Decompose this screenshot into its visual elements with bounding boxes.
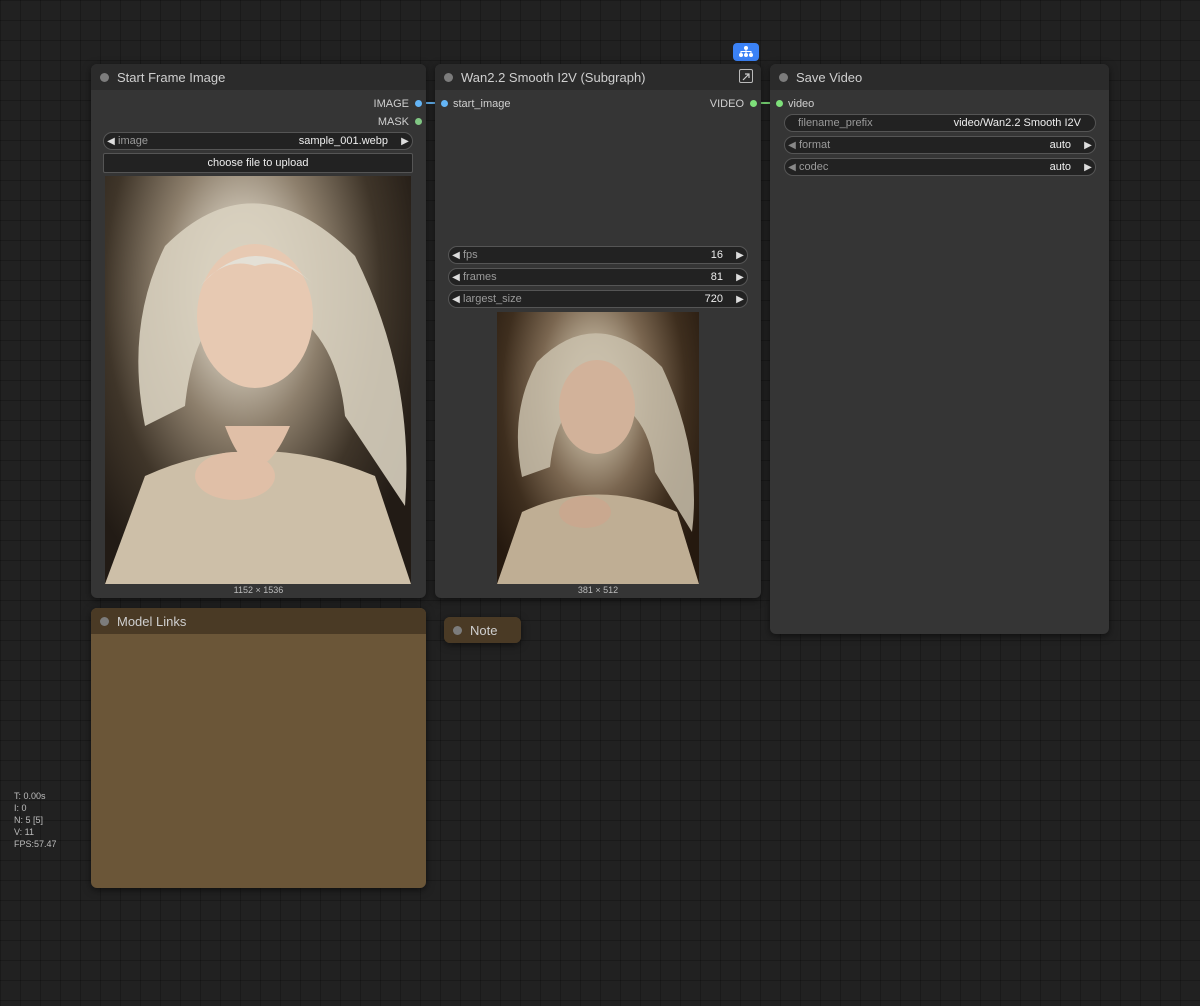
upload-button[interactable]: choose file to upload [103, 153, 413, 173]
output-port-mask[interactable] [415, 118, 422, 125]
frames-number-widget[interactable]: ◀ frames 81 ▶ [448, 268, 748, 286]
input-label-start-image: start_image [453, 98, 511, 110]
node-save-video[interactable]: Save Video video filename_prefix video/W… [770, 64, 1109, 634]
input-label-video: video [788, 98, 815, 110]
arrow-right-icon[interactable]: ▶ [733, 250, 747, 261]
render-stats: T: 0.00s I: 0 N: 5 [5] V: 11 FPS:57.47 [14, 790, 57, 850]
codec-combo-widget[interactable]: ◀ codec auto ▶ [784, 158, 1096, 176]
arrow-right-icon[interactable]: ▶ [1081, 140, 1095, 151]
open-subgraph-icon[interactable] [739, 69, 753, 83]
portrait-illustration [497, 333, 699, 584]
arrow-right-icon[interactable]: ▶ [398, 136, 412, 147]
subgraph-icon [739, 46, 753, 57]
widget-label: codec [799, 161, 829, 173]
arrow-left-icon[interactable]: ◀ [449, 250, 463, 261]
node-wan-subgraph[interactable]: Wan2.2 Smooth I2V (Subgraph) start_image… [435, 64, 761, 598]
video-preview [497, 312, 699, 584]
arrow-left-icon[interactable]: ◀ [449, 294, 463, 305]
node-title: Model Links [117, 613, 187, 629]
node-header[interactable]: Save Video [770, 64, 1109, 90]
widget-value: auto [1049, 139, 1071, 151]
largest-size-number-widget[interactable]: ◀ largest_size 720 ▶ [448, 290, 748, 308]
node-title: Note [470, 622, 498, 638]
arrow-right-icon[interactable]: ▶ [1081, 162, 1095, 173]
node-header[interactable]: Model Links [91, 608, 426, 634]
output-port-image[interactable] [415, 100, 422, 107]
arrow-left-icon[interactable]: ◀ [104, 136, 118, 147]
widget-value: video/Wan2.2 Smooth I2V [953, 117, 1081, 129]
arrow-left-icon[interactable]: ◀ [449, 272, 463, 283]
collapse-dot[interactable] [453, 625, 462, 635]
widget-label: fps [463, 249, 478, 261]
widget-label: format [799, 139, 831, 151]
preview-dimensions: 1152 × 1536 [233, 585, 284, 595]
image-preview [105, 176, 411, 584]
collapse-dot[interactable] [100, 616, 109, 626]
node-start-frame-image[interactable]: Start Frame Image IMAGE MASK ◀ image sam… [91, 64, 426, 598]
widget-label: frames [463, 271, 497, 283]
collapse-dot[interactable] [100, 72, 109, 82]
subgraph-badge[interactable] [733, 43, 759, 61]
arrow-right-icon[interactable]: ▶ [733, 272, 747, 283]
collapse-dot[interactable] [444, 72, 453, 82]
widget-value: auto [1049, 161, 1071, 173]
stat-nodes: N: 5 [5] [14, 815, 44, 825]
node-header[interactable]: Start Frame Image [91, 64, 426, 90]
node-title: Save Video [796, 69, 863, 85]
widget-label: filename_prefix [798, 117, 873, 129]
node-model-links[interactable]: Model Links [91, 608, 426, 888]
output-label-mask: MASK [377, 116, 409, 128]
arrow-left-icon[interactable]: ◀ [785, 162, 799, 173]
image-combo-widget[interactable]: ◀ image sample_001.webp ▶ [103, 132, 413, 150]
output-label-image: IMAGE [373, 98, 409, 110]
node-header[interactable]: Wan2.2 Smooth I2V (Subgraph) [435, 64, 761, 90]
widget-label: image [118, 135, 148, 147]
output-label-video: VIDEO [709, 98, 744, 110]
arrow-left-icon[interactable]: ◀ [785, 140, 799, 151]
filename-prefix-text-widget[interactable]: filename_prefix video/Wan2.2 Smooth I2V [784, 114, 1096, 132]
stat-visible: V: 11 [14, 827, 35, 837]
node-header[interactable]: Note [444, 617, 521, 643]
node-note[interactable]: Note [444, 617, 521, 643]
fps-number-widget[interactable]: ◀ fps 16 ▶ [448, 246, 748, 264]
stat-iterations: I: 0 [14, 803, 27, 813]
input-port-start-image[interactable] [441, 100, 448, 107]
widget-value: sample_001.webp [298, 135, 388, 147]
node-title: Wan2.2 Smooth I2V (Subgraph) [461, 69, 646, 85]
collapse-dot[interactable] [779, 72, 788, 82]
stat-time: T: 0.00s [14, 791, 46, 801]
arrow-right-icon[interactable]: ▶ [733, 294, 747, 305]
widget-label: largest_size [463, 293, 522, 305]
input-port-video[interactable] [776, 100, 783, 107]
preview-dimensions: 381 × 512 [577, 585, 619, 595]
node-title: Start Frame Image [117, 69, 226, 85]
format-combo-widget[interactable]: ◀ format auto ▶ [784, 136, 1096, 154]
widget-value: 720 [704, 293, 723, 305]
portrait-illustration [105, 203, 411, 584]
output-port-video[interactable] [750, 100, 757, 107]
stat-fps: FPS:57.47 [14, 839, 57, 849]
widget-value: 81 [710, 271, 723, 283]
widget-value: 16 [710, 249, 723, 261]
